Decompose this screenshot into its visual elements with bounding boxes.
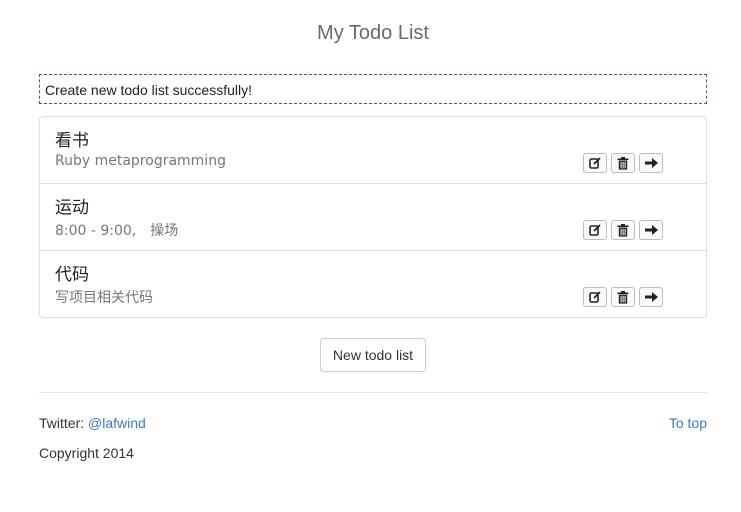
- trash-icon: [617, 290, 629, 304]
- page: My Todo List Create new todo list succes…: [0, 0, 741, 512]
- todo-description: 8:00 - 9:00, 操场: [55, 223, 179, 239]
- edit-icon: [589, 157, 601, 169]
- edit-button[interactable]: [583, 153, 607, 173]
- edit-button[interactable]: [583, 220, 607, 240]
- todo-title: 看书: [55, 131, 89, 151]
- item-actions: [583, 287, 663, 307]
- open-button[interactable]: [639, 287, 663, 307]
- todo-description: 写项目相关代码: [55, 290, 153, 306]
- footer-divider: [39, 392, 707, 393]
- todo-list: 看书 Ruby metaprogramming 运动 8:00 - 9:00, …: [39, 116, 707, 318]
- twitter-label: Twitter:: [39, 415, 89, 431]
- todo-description: Ruby metaprogramming: [55, 153, 226, 169]
- flash-message: Create new todo list successfully!: [39, 74, 707, 104]
- list-item: 运动 8:00 - 9:00, 操场: [40, 183, 706, 250]
- twitter-line: Twitter: @lafwind: [39, 415, 146, 431]
- item-actions: [583, 220, 663, 240]
- edit-icon: [589, 291, 601, 303]
- todo-title: 代码: [55, 265, 89, 285]
- open-button[interactable]: [639, 153, 663, 173]
- list-item: 看书 Ruby metaprogramming: [40, 117, 706, 183]
- delete-button[interactable]: [611, 153, 635, 173]
- twitter-link[interactable]: @lafwind: [88, 415, 146, 431]
- new-todo-list-button[interactable]: New todo list: [320, 338, 426, 372]
- copyright: Copyright 2014: [39, 445, 134, 461]
- arrow-right-icon: [644, 158, 658, 168]
- to-top-link[interactable]: To top: [669, 415, 707, 431]
- open-button[interactable]: [639, 220, 663, 240]
- todo-title: 运动: [55, 198, 89, 218]
- arrow-right-icon: [644, 225, 658, 235]
- edit-icon: [589, 224, 601, 236]
- page-title: My Todo List: [317, 22, 429, 44]
- list-item: 代码 写项目相关代码: [40, 250, 706, 317]
- arrow-right-icon: [644, 292, 658, 302]
- delete-button[interactable]: [611, 220, 635, 240]
- item-actions: [583, 153, 663, 173]
- trash-icon: [617, 156, 629, 170]
- trash-icon: [617, 223, 629, 237]
- delete-button[interactable]: [611, 287, 635, 307]
- edit-button[interactable]: [583, 287, 607, 307]
